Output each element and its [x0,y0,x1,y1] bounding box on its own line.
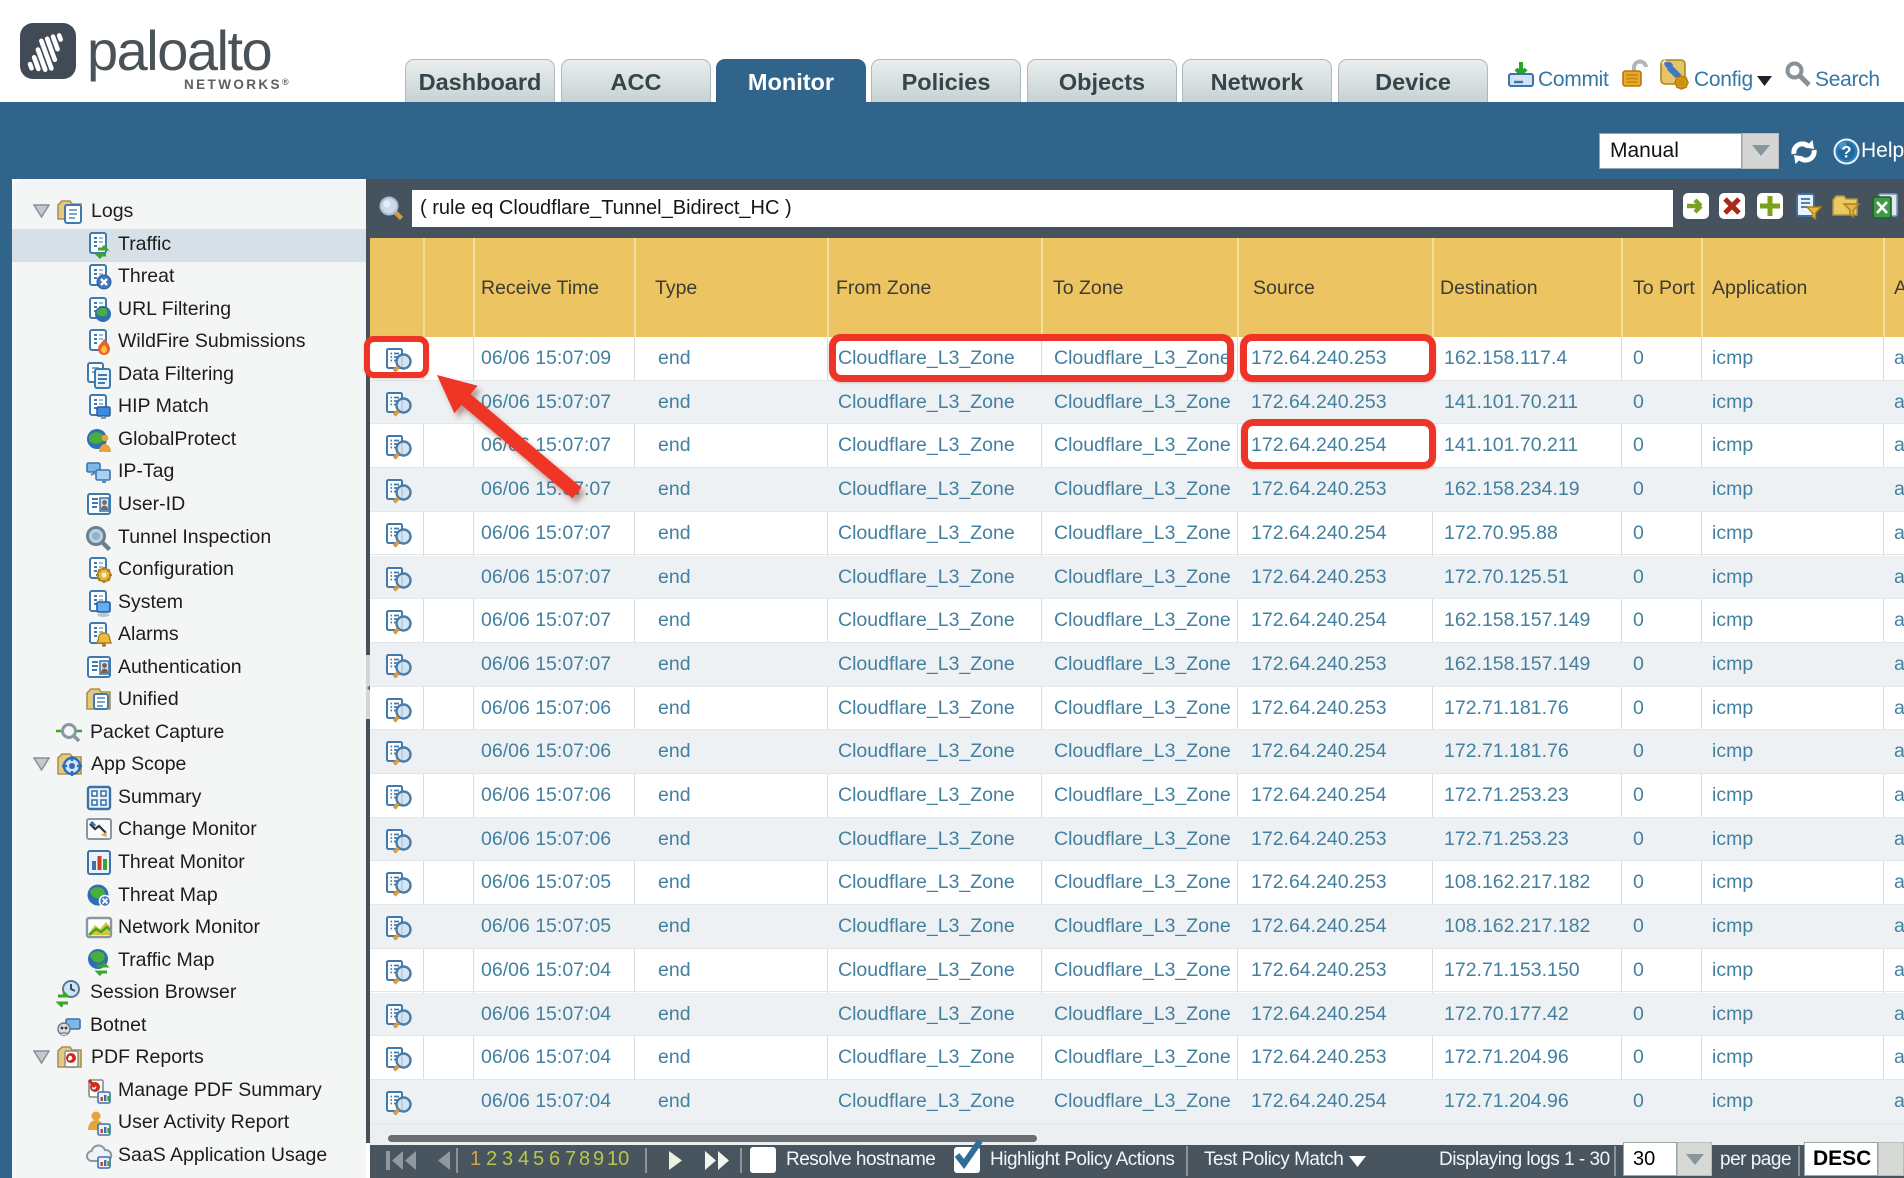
svg-text:?: ? [1841,143,1851,162]
